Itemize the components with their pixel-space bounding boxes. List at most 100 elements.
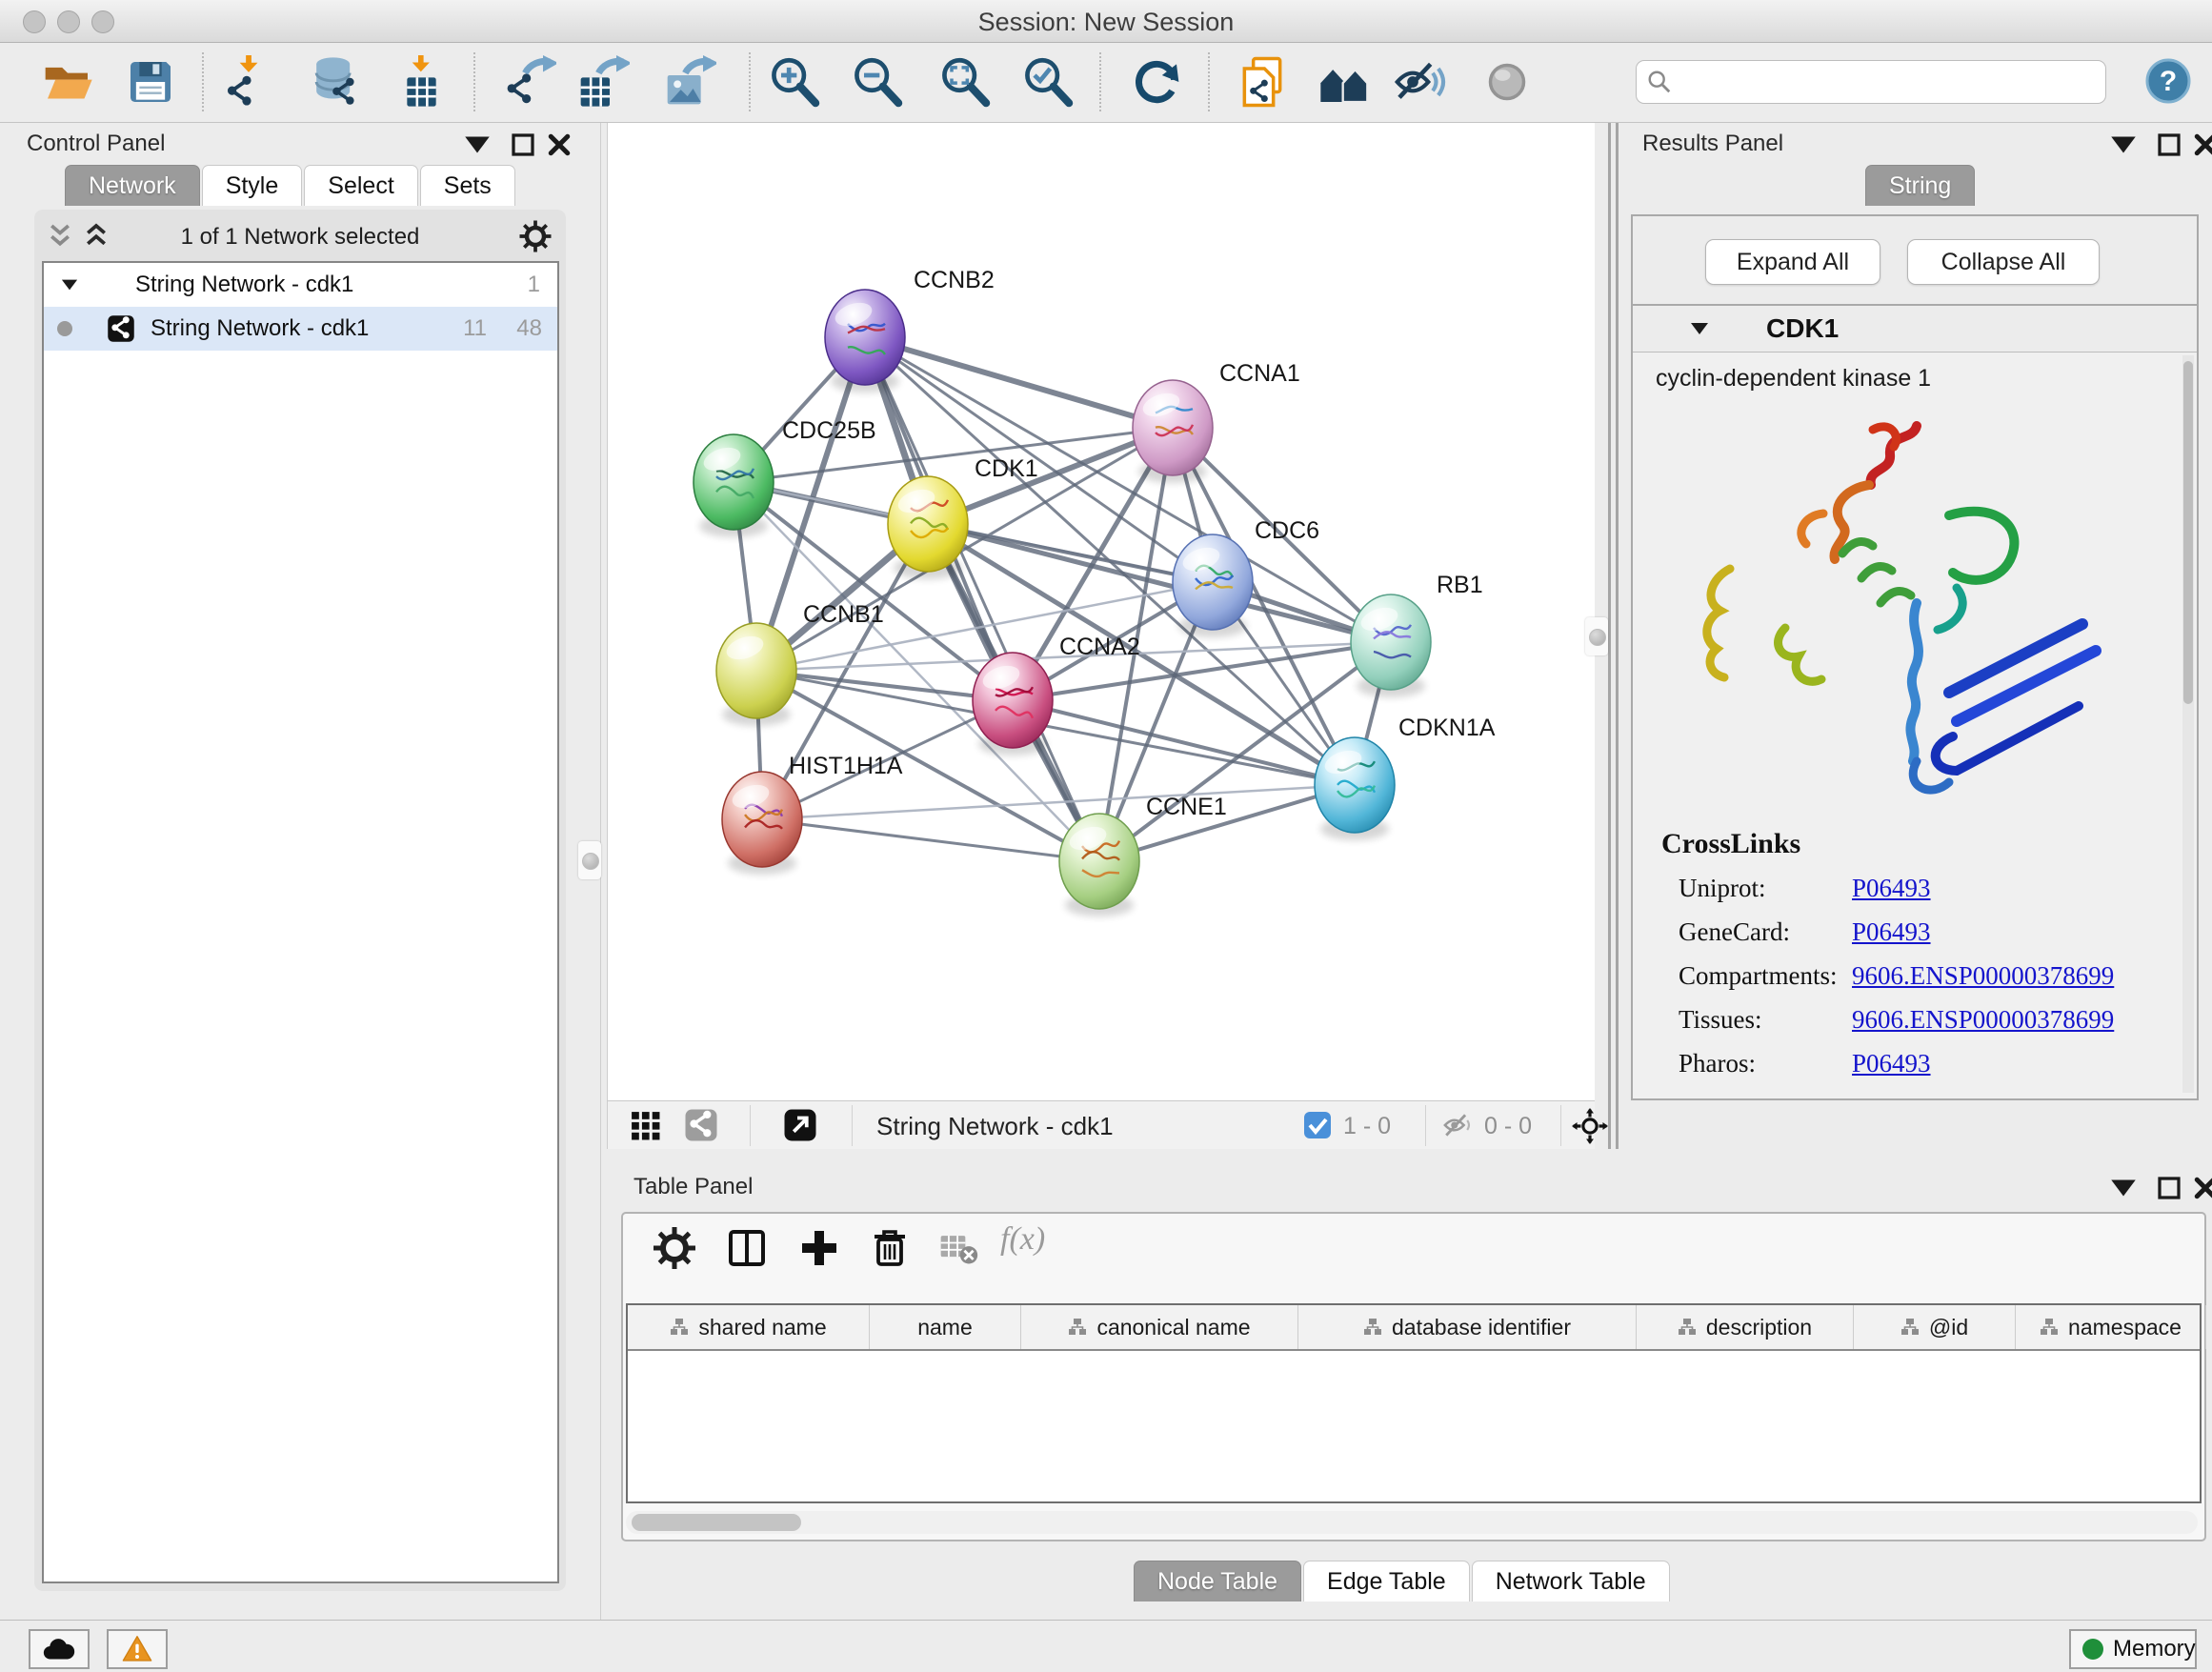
network-canvas[interactable]: CCNB2CCNA1CDC25BCDK1CDC6RB1CCNB1CCNA2CDK… xyxy=(607,123,1595,1100)
open-in-browser-icon[interactable] xyxy=(783,1108,817,1142)
export-table-icon[interactable] xyxy=(576,55,630,109)
memory-button[interactable]: Memory xyxy=(2069,1629,2197,1669)
column-header-shared-name[interactable]: shared name xyxy=(628,1305,870,1349)
column-header--id[interactable]: @id xyxy=(1854,1305,2016,1349)
crosslink-link[interactable]: 9606.ENSP00000378699 xyxy=(1852,1005,2114,1035)
tab-network-table[interactable]: Network Table xyxy=(1472,1561,1670,1601)
delete-column-icon[interactable] xyxy=(867,1225,913,1271)
network-node-CCNB1[interactable] xyxy=(716,623,796,726)
warnings-button[interactable] xyxy=(107,1629,168,1669)
network-node-CCNA2[interactable] xyxy=(973,653,1053,755)
import-network-icon[interactable] xyxy=(221,55,274,109)
birdseye-view-icon[interactable] xyxy=(629,1109,661,1141)
panel-float-icon[interactable] xyxy=(2153,1174,2185,1202)
import-table-icon[interactable] xyxy=(392,55,445,109)
table-horizontal-scrollbar[interactable] xyxy=(626,1511,2198,1534)
gene-name: CDK1 xyxy=(1766,313,1839,344)
zoom-fit-content-icon[interactable] xyxy=(938,55,992,109)
network-node-RB1[interactable] xyxy=(1351,594,1431,697)
column-header-namespace[interactable]: namespace xyxy=(2016,1305,2206,1349)
panel-float-icon[interactable] xyxy=(2153,131,2185,159)
network-selection-status: 1 of 1 Network selected xyxy=(34,224,566,251)
tab-sets[interactable]: Sets xyxy=(420,165,515,206)
vertical-splitter[interactable] xyxy=(1608,123,1611,1149)
network-edge[interactable] xyxy=(762,819,1099,861)
network-node-CDC6[interactable] xyxy=(1173,534,1253,637)
column-header-database-identifier[interactable]: database identifier xyxy=(1298,1305,1637,1349)
first-neighbors-icon[interactable] xyxy=(1318,55,1372,109)
crosslink-link[interactable]: 9606.ENSP00000378699 xyxy=(1852,961,2114,991)
tab-node-table[interactable]: Node Table xyxy=(1134,1561,1301,1601)
show-column-panel-icon[interactable] xyxy=(724,1225,770,1271)
search-input[interactable] xyxy=(1680,65,2094,99)
network-options-gear-icon[interactable] xyxy=(518,219,553,253)
save-session-icon[interactable] xyxy=(124,55,177,109)
network-graph[interactable]: CCNB2CCNA1CDC25BCDK1CDC6RB1CCNB1CCNA2CDK… xyxy=(608,123,1595,1100)
left-splitter-knob[interactable] xyxy=(582,853,599,870)
network-node-CCNE1[interactable] xyxy=(1059,814,1139,917)
collapse-all-button[interactable]: Collapse All xyxy=(1907,239,2100,285)
network-node-CCNA1[interactable] xyxy=(1133,380,1213,483)
expand-all-button[interactable]: Expand All xyxy=(1705,239,1880,285)
export-image-icon[interactable] xyxy=(663,55,716,109)
results-scrollbar[interactable] xyxy=(2182,355,2194,1093)
panel-close-icon[interactable] xyxy=(2189,131,2212,159)
tab-string[interactable]: String xyxy=(1865,165,1975,206)
network-node-CDKN1A[interactable] xyxy=(1315,737,1395,840)
crosslink-link[interactable]: P06493 xyxy=(1852,874,1931,903)
import-network-from-database-icon[interactable] xyxy=(309,55,362,109)
panel-menu-icon[interactable] xyxy=(2107,1174,2140,1202)
tab-style[interactable]: Style xyxy=(202,165,303,206)
tab-select[interactable]: Select xyxy=(304,165,417,206)
vertical-splitter[interactable] xyxy=(1616,123,1619,1149)
table-settings-gear-icon[interactable] xyxy=(652,1225,697,1271)
crosslink-link[interactable]: P06493 xyxy=(1852,917,1931,947)
network-edge-count: 48 xyxy=(516,315,542,342)
selected-checkbox-icon[interactable] xyxy=(1303,1111,1332,1139)
titlebar: Session: New Session xyxy=(0,0,2212,43)
network-node-CCNB2[interactable] xyxy=(825,290,905,393)
network-node-HIST1H1A[interactable] xyxy=(722,772,802,875)
panel-float-icon[interactable] xyxy=(507,131,539,159)
crosslink-label: Uniprot: xyxy=(1679,874,1766,902)
string-app-icon[interactable] xyxy=(684,1108,718,1142)
column-header-canonical-name[interactable]: canonical name xyxy=(1021,1305,1298,1349)
node-label: CCNB1 xyxy=(803,601,884,628)
open-session-icon[interactable] xyxy=(41,55,94,109)
collection-expander-icon[interactable] xyxy=(59,276,80,293)
gene-panel-header[interactable]: CDK1 xyxy=(1633,306,2197,353)
fit-selection-icon[interactable] xyxy=(1572,1108,1608,1144)
toolbar-separator xyxy=(1099,52,1101,111)
cloud-icon xyxy=(42,1636,76,1662)
network-node-CDK1[interactable] xyxy=(888,476,968,579)
network-node-CDC25B[interactable] xyxy=(694,434,774,537)
network-column-icon xyxy=(1068,1318,1087,1337)
cloud-status-button[interactable] xyxy=(29,1629,90,1669)
right-splitter-knob[interactable] xyxy=(1589,629,1606,646)
help-button[interactable]: ? xyxy=(2145,58,2191,104)
network-edge[interactable] xyxy=(865,337,1173,428)
hide-selected-icon[interactable] xyxy=(1393,55,1446,109)
column-header-description[interactable]: description xyxy=(1637,1305,1854,1349)
node-label: CCNE1 xyxy=(1146,794,1227,820)
crosslink-link[interactable]: P06493 xyxy=(1852,1049,1931,1078)
tab-network[interactable]: Network xyxy=(65,165,200,206)
network-edge[interactable] xyxy=(865,337,1099,861)
network-collection-row[interactable]: String Network - cdk1 1 xyxy=(44,263,557,307)
zoom-out-icon[interactable] xyxy=(851,55,904,109)
export-network-icon[interactable] xyxy=(503,55,556,109)
gene-expander-icon[interactable] xyxy=(1688,319,1711,338)
tab-edge-table[interactable]: Edge Table xyxy=(1303,1561,1470,1601)
column-header-name[interactable]: name xyxy=(870,1305,1021,1349)
show-hidden-icon[interactable] xyxy=(1480,55,1534,109)
new-network-from-selection-icon[interactable] xyxy=(1236,55,1289,109)
panel-menu-icon[interactable] xyxy=(2107,131,2140,159)
zoom-selected-icon[interactable] xyxy=(1021,55,1075,109)
network-row[interactable]: String Network - cdk1 11 48 xyxy=(44,307,557,351)
panel-close-icon[interactable] xyxy=(543,131,575,159)
zoom-in-icon[interactable] xyxy=(768,55,821,109)
apply-layout-icon[interactable] xyxy=(1130,55,1183,109)
panel-close-icon[interactable] xyxy=(2189,1174,2212,1202)
panel-menu-icon[interactable] xyxy=(461,131,493,159)
create-column-icon[interactable] xyxy=(796,1225,842,1271)
